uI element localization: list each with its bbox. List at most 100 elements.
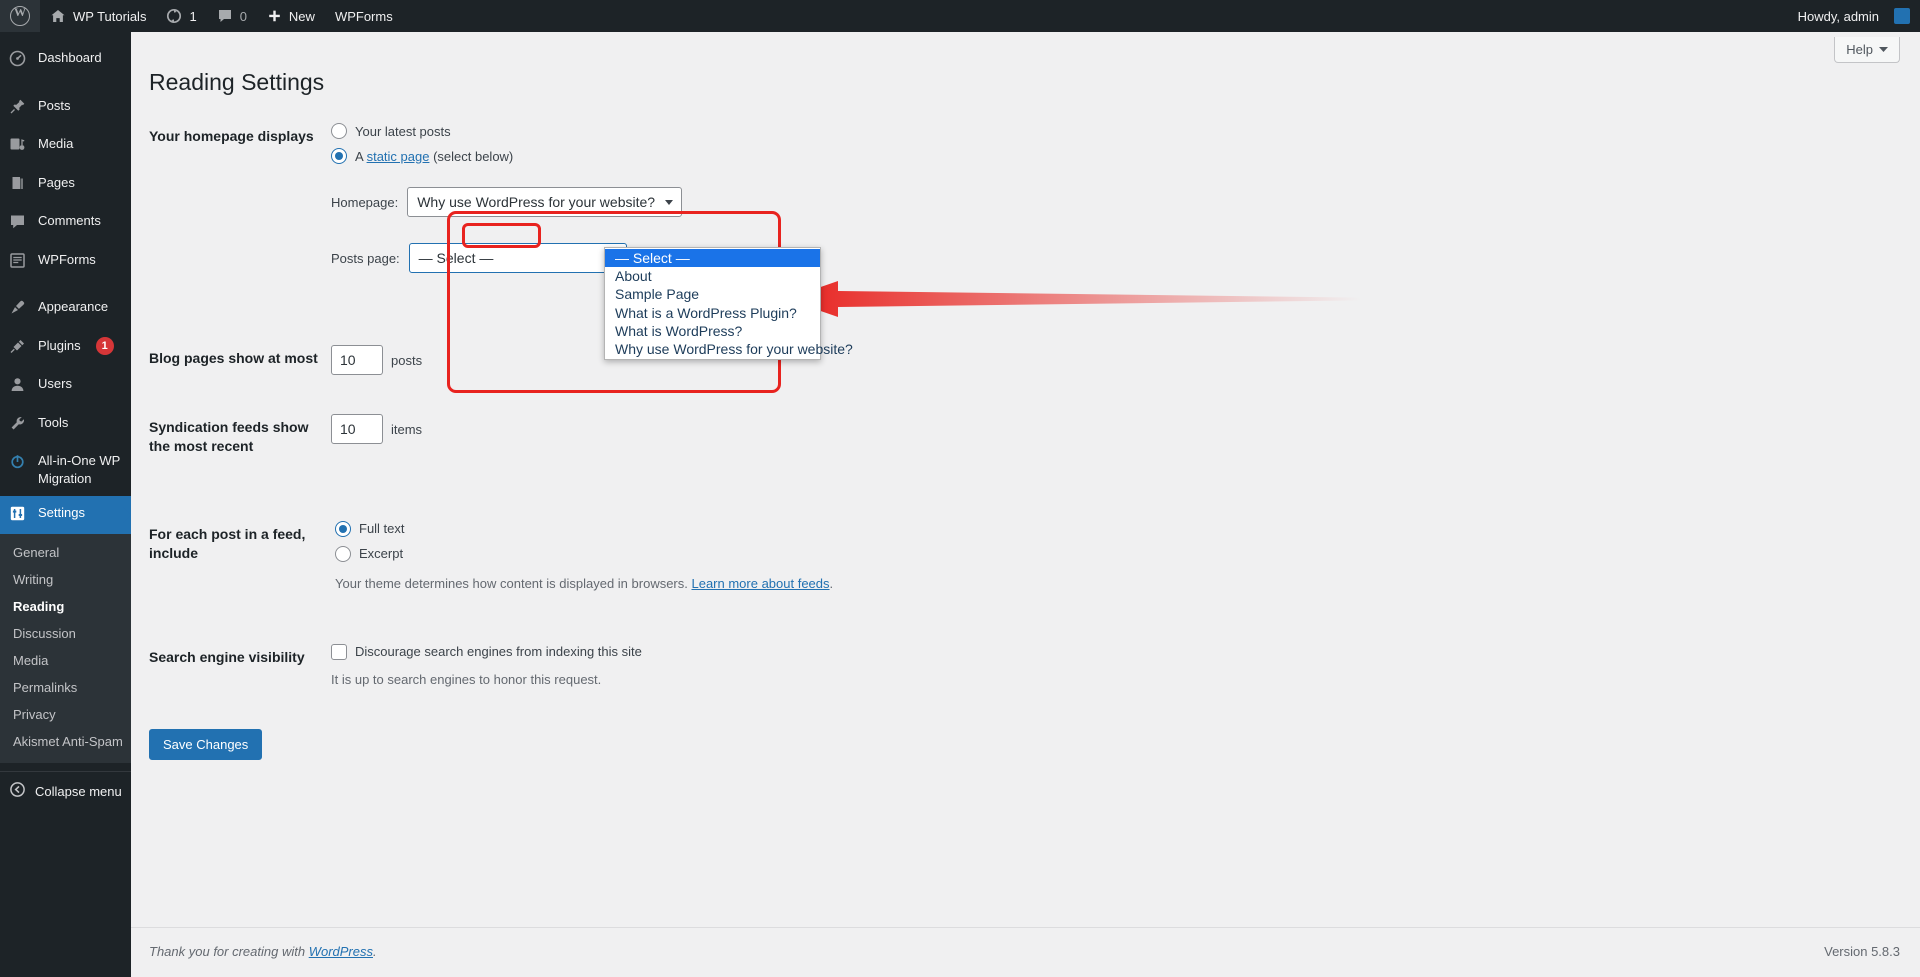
posts-page-select-label: Posts page: <box>331 250 400 266</box>
sidebar-item-appearance[interactable]: Appearance <box>0 290 131 329</box>
radio-excerpt-control[interactable] <box>335 545 351 562</box>
settings-sliders-icon <box>9 505 29 527</box>
wordpress-link[interactable]: WordPress <box>309 944 373 959</box>
radio-static-page-control[interactable] <box>331 148 347 164</box>
sidebar-item-comments[interactable]: Comments <box>0 204 131 243</box>
sidebar-item-dashboard[interactable]: Dashboard <box>0 41 131 80</box>
wpforms-label: WPForms <box>334 8 393 24</box>
collapse-arrow-icon <box>9 781 26 801</box>
wrench-icon <box>9 415 29 437</box>
syndication-input[interactable] <box>331 414 383 444</box>
sidebar-label: All-in-One WP Migration <box>38 453 121 487</box>
sidebar-item-tools[interactable]: Tools <box>0 406 131 445</box>
sidebar-item-all-in-one-wp-migration[interactable]: All-in-One WP Migration <box>0 444 131 495</box>
syndication-field: items <box>331 414 1549 458</box>
blog-pages-unit: posts <box>391 352 423 368</box>
help-label: Help <box>1846 42 1873 57</box>
dropdown-option[interactable]: Sample Page <box>605 285 820 303</box>
submenu-item-general[interactable]: General <box>0 539 131 566</box>
submenu-item-akismet-anti-spam[interactable]: Akismet Anti-Spam <box>0 728 131 755</box>
submenu-item-permalinks[interactable]: Permalinks <box>0 674 131 701</box>
sidebar-label: Dashboard <box>38 50 102 65</box>
homepage-select-value: Why use WordPress for your website? <box>417 194 656 210</box>
sidebar-item-settings[interactable]: Settings <box>0 495 131 535</box>
admin-footer: Thank you for creating with WordPress. V… <box>131 927 1920 977</box>
collapse-menu-button[interactable]: Collapse menu <box>0 771 131 810</box>
sidebar-item-pages[interactable]: Pages <box>0 166 131 205</box>
brush-icon <box>9 299 29 321</box>
sidebar-item-media[interactable]: Media <box>0 127 131 166</box>
checkbox-discourage-search-engines[interactable]: Discourage search engines from indexing … <box>331 643 1549 660</box>
homepage-displays-row: Your homepage displays Your latest posts… <box>149 112 1549 361</box>
new-content-menu[interactable]: New <box>257 0 325 32</box>
reading-settings-form: Your homepage displays Your latest posts… <box>149 112 1549 760</box>
migration-icon <box>9 453 29 475</box>
posts-page-dropdown-list[interactable]: — Select — About Sample Page What is a W… <box>604 247 853 361</box>
plugins-update-badge: 1 <box>95 336 114 355</box>
radio-static-page[interactable]: A static page (select below) <box>331 148 1549 164</box>
comments-menu[interactable]: 0 <box>207 0 257 32</box>
submenu-item-writing[interactable]: Writing <box>0 566 131 593</box>
sidebar-label: Media <box>38 136 74 152</box>
search-visibility-note: It is up to search engines to honor this… <box>331 671 602 687</box>
sidebar-item-users[interactable]: Users <box>0 367 131 406</box>
radio-latest-posts[interactable]: Your latest posts <box>331 123 1549 139</box>
homepage-displays-field: Your latest posts A static page (select … <box>331 123 1549 361</box>
wordpress-logo-icon <box>10 5 30 26</box>
updates-icon <box>166 8 182 24</box>
media-icon <box>9 136 29 158</box>
static-page-link[interactable]: static page <box>367 149 430 164</box>
checkbox-discourage-control[interactable] <box>331 643 347 660</box>
help-tab-button[interactable]: Help <box>1834 37 1900 63</box>
blog-pages-input[interactable] <box>331 345 383 375</box>
sidebar-label: WPForms <box>38 251 96 267</box>
sidebar-label: Tools <box>38 414 69 430</box>
site-name-menu[interactable]: WP Tutorials <box>40 0 156 32</box>
sidebar-item-posts[interactable]: Posts <box>0 89 131 128</box>
updates-menu[interactable]: 1 <box>156 0 206 32</box>
syndication-label: Syndication feeds show the most recent <box>149 419 309 454</box>
homepage-select[interactable]: Why use WordPress for your website? <box>407 187 683 217</box>
dashboard-icon <box>9 50 29 72</box>
dropdown-option[interactable]: — Select — <box>605 249 820 268</box>
main-content: Help Reading Settings Your homepage disp… <box>131 32 1920 977</box>
wpforms-icon <box>9 252 29 274</box>
sidebar-item-plugins[interactable]: Plugins 1 <box>0 329 131 368</box>
wordpress-logo-menu[interactable] <box>0 0 40 32</box>
comment-bubble-icon <box>9 213 29 235</box>
dropdown-option[interactable]: About <box>605 267 820 285</box>
radio-excerpt-label: Excerpt <box>359 546 404 562</box>
sidebar-label: Pages <box>38 174 75 190</box>
footer-thanks: Thank you for creating with WordPress. <box>149 944 377 959</box>
wpforms-menu[interactable]: WPForms <box>325 0 403 32</box>
submenu-item-reading[interactable]: Reading <box>0 593 131 620</box>
search-visibility-field: Discourage search engines from indexing … <box>331 643 1549 701</box>
sidebar-item-wpforms[interactable]: WPForms <box>0 243 131 282</box>
homepage-select-row: Homepage: Why use WordPress for your web… <box>331 187 1549 217</box>
blog-pages-label: Blog pages show at most <box>149 350 318 366</box>
feed-description: Your theme determines how content is dis… <box>335 575 834 591</box>
dropdown-option[interactable]: Why use WordPress for your website? <box>605 340 853 358</box>
admin-bar: WP Tutorials 1 0 New WPForms Howdy, admi… <box>0 0 1920 32</box>
form-actions: Save Changes <box>149 728 1549 760</box>
radio-full-text[interactable]: Full text <box>335 520 1549 537</box>
submenu-item-media[interactable]: Media <box>0 647 131 674</box>
submenu-item-discussion[interactable]: Discussion <box>0 620 131 647</box>
footer-version: Version 5.8.3 <box>1824 944 1900 959</box>
radio-static-page-label: A static page (select below) <box>355 148 514 164</box>
dropdown-option[interactable]: What is WordPress? <box>605 322 820 340</box>
radio-full-text-control[interactable] <box>335 520 351 537</box>
radio-latest-posts-control[interactable] <box>331 123 347 139</box>
menu-spacer <box>0 80 131 89</box>
radio-full-text-label: Full text <box>359 521 405 537</box>
radio-excerpt[interactable]: Excerpt <box>335 545 1549 562</box>
checkbox-discourage-label: Discourage search engines from indexing … <box>355 644 642 660</box>
learn-more-feeds-link[interactable]: Learn more about feeds <box>691 576 829 591</box>
submenu-item-privacy[interactable]: Privacy <box>0 701 131 728</box>
save-changes-button[interactable]: Save Changes <box>149 728 263 760</box>
posts-page-select[interactable]: — Select — <box>408 243 627 273</box>
my-account-menu[interactable]: Howdy, admin <box>1788 0 1920 32</box>
dropdown-option[interactable]: What is a WordPress Plugin? <box>605 304 820 322</box>
radio-latest-posts-label: Your latest posts <box>355 123 451 139</box>
admin-sidebar: Dashboard Posts Media Pages Comments WPF… <box>0 32 131 977</box>
